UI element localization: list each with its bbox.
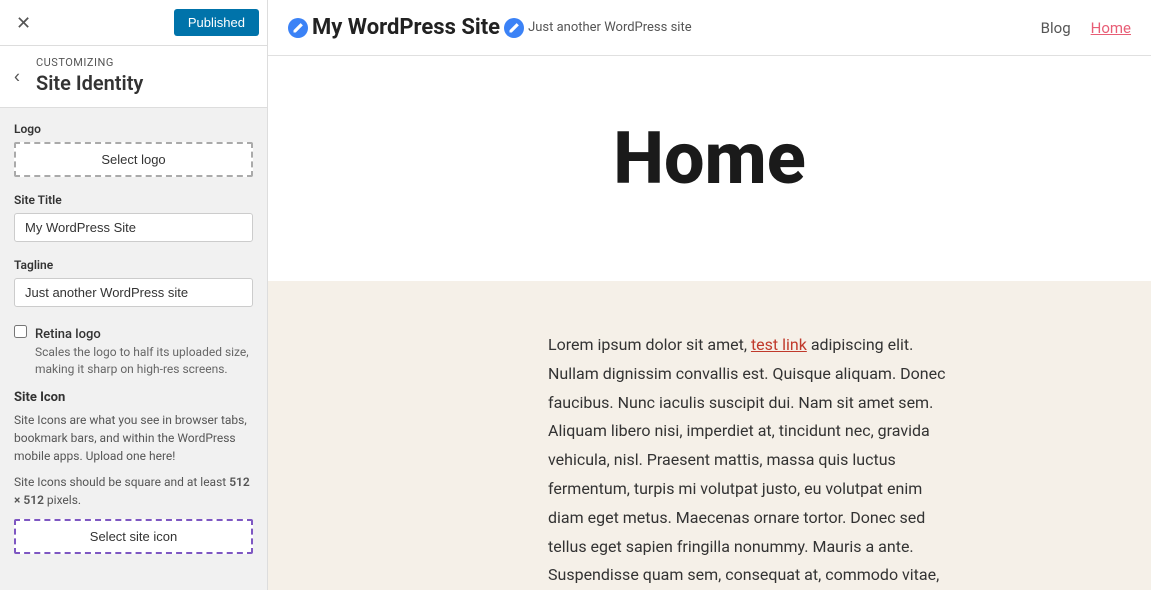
tagline-label: Tagline [14,258,253,272]
site-icon-desc: Site Icons are what you see in browser t… [14,411,253,465]
retina-logo-desc: Scales the logo to half its uploaded siz… [35,344,249,378]
published-button[interactable]: Published [174,9,259,36]
panel-title: Site Identity [36,71,253,95]
close-button[interactable]: ✕ [8,10,39,36]
site-icon-note: Site Icons should be square and at least… [14,473,253,509]
preview-nav: Blog Home [1041,19,1131,37]
select-site-icon-button[interactable]: Select site icon [14,519,253,554]
customizer-topbar: ✕ Published [0,0,267,46]
preview-tagline: Just another WordPress site [504,18,692,38]
preview-site-title: My WordPress Site [288,15,500,40]
preview-content-area: Lorem ipsum dolor sit amet, test link ad… [268,281,1151,590]
logo-label: Logo [14,122,253,136]
retina-logo-checkbox[interactable] [14,325,27,338]
logo-field-group: Logo Select logo [14,122,253,177]
preview-site-title-area: My WordPress Site Just another WordPress… [288,15,692,40]
nav-blog-link[interactable]: Blog [1041,19,1071,37]
preview-hero-title: Home [288,116,1131,201]
back-button[interactable]: ‹ [10,62,24,91]
panel-header: ‹ Customizing Site Identity [0,46,267,108]
site-title-input[interactable] [14,213,253,242]
preview-content-paragraph: Lorem ipsum dolor sit amet, test link ad… [548,331,951,590]
preview-topbar: My WordPress Site Just another WordPress… [268,0,1151,56]
test-link[interactable]: test link [751,335,807,354]
tagline-input[interactable] [14,278,253,307]
site-title-label: Site Title [14,193,253,207]
edit-tagline-icon[interactable] [504,18,524,38]
site-icon-title: Site Icon [14,390,253,405]
preview-body: Home Lorem ipsum dolor sit amet, test li… [268,56,1151,590]
site-title-field-group: Site Title [14,193,253,242]
edit-site-title-icon[interactable] [288,18,308,38]
tagline-field-group: Tagline [14,258,253,307]
customizing-label: Customizing [36,56,253,69]
retina-logo-text: Retina logo Scales the logo to half its … [35,323,249,378]
preview-area: My WordPress Site Just another WordPress… [268,0,1151,590]
select-logo-button[interactable]: Select logo [14,142,253,177]
customizer-panel: ✕ Published ‹ Customizing Site Identity … [0,0,268,590]
preview-hero: Home [268,56,1151,281]
nav-home-link[interactable]: Home [1091,19,1131,37]
retina-logo-label[interactable]: Retina logo [35,327,101,342]
retina-logo-row: Retina logo Scales the logo to half its … [14,323,253,378]
panel-content: Logo Select logo Site Title Tagline Reti… [0,108,267,590]
site-icon-section: Site Icon Site Icons are what you see in… [14,390,253,554]
